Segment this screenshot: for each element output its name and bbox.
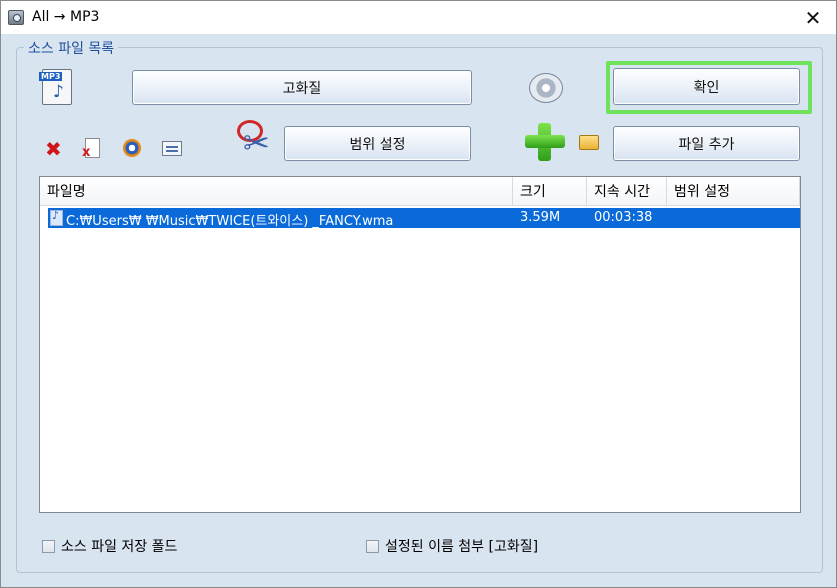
close-button[interactable]: ✕ [790, 1, 836, 34]
add-file-button[interactable]: 파일 추가 [613, 126, 800, 161]
properties-icon[interactable] [162, 141, 182, 156]
list-header: 파일명 크기 지속 시간 범위 설정 [40, 177, 800, 206]
window-title: All → MP3 [32, 9, 100, 25]
scissors-glyph: ✂ [243, 124, 270, 162]
title-bar: All → MP3 ✕ [1, 1, 836, 34]
column-duration[interactable]: 지속 시간 [587, 177, 667, 206]
cd-drive-icon[interactable] [529, 73, 563, 103]
range-setting-button[interactable]: 범위 설정 [284, 126, 471, 161]
open-folder-icon[interactable] [579, 135, 599, 150]
app-icon [8, 10, 24, 25]
table-row[interactable]: C:₩Users₩ ₩Music₩TWICE(트와이스) _FANCY.wma … [48, 208, 800, 229]
play-icon[interactable] [123, 139, 141, 157]
note-glyph: ♪ [53, 82, 64, 102]
mp3-badge: MP3 [39, 72, 63, 81]
scissors-icon[interactable]: ✂ [235, 120, 273, 162]
add-plus-icon[interactable] [525, 123, 565, 161]
save-source-folder-option[interactable]: 소스 파일 저장 폴드 [42, 536, 177, 556]
append-name-option[interactable]: 설정된 이름 첨부 [고화질] [366, 536, 538, 556]
row-size: 3.59M [520, 210, 561, 225]
save-source-folder-label: 소스 파일 저장 폴드 [61, 539, 178, 555]
remove-file-icon[interactable]: x [82, 138, 100, 160]
dialog-window: All → MP3 ✕ 소스 파일 목록 MP3 ♪ 고화질 확인 ✖ x ✂ … [0, 0, 837, 588]
append-name-label: 설정된 이름 첨부 [고화질] [385, 539, 539, 555]
audio-file-icon [50, 209, 63, 226]
music-file-icon[interactable]: MP3 ♪ [39, 69, 72, 105]
remove-mark: x [82, 145, 91, 160]
delete-icon[interactable]: ✖ [45, 137, 62, 161]
group-legend: 소스 파일 목록 [24, 38, 119, 58]
column-filename[interactable]: 파일명 [40, 177, 513, 206]
quality-button[interactable]: 고화질 [132, 70, 472, 105]
save-source-folder-checkbox[interactable] [42, 539, 55, 553]
file-list[interactable]: 파일명 크기 지속 시간 범위 설정 C:₩Users₩ ₩Music₩TWIC… [39, 176, 801, 513]
append-name-checkbox[interactable] [366, 539, 379, 553]
row-path: C:₩Users₩ ₩Music₩TWICE(트와이스) _FANCY.wma [66, 214, 394, 229]
column-range[interactable]: 범위 설정 [667, 177, 800, 206]
confirm-button[interactable]: 확인 [613, 68, 800, 105]
row-duration: 00:03:38 [594, 210, 653, 225]
column-size[interactable]: 크기 [513, 177, 587, 206]
